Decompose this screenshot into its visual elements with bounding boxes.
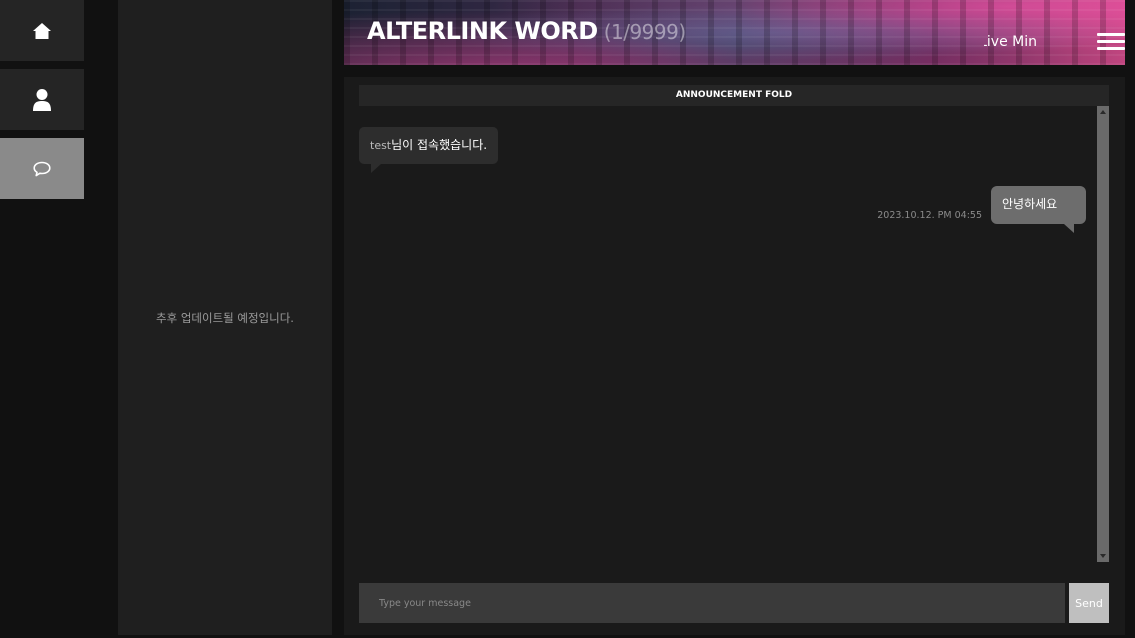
system-message-username: test [370, 139, 392, 152]
scroll-down-icon[interactable] [1100, 554, 1106, 558]
marquee-text: Greeting Live Min [984, 34, 1037, 50]
menu-icon[interactable] [1097, 33, 1125, 52]
system-message-bubble: test님이 접속했습니다. [359, 127, 499, 173]
message-timestamp: 2023.10.12. PM 04:55 [877, 210, 982, 221]
message-input-container [359, 583, 1065, 623]
app-title: ALTERLINK WORD [367, 17, 598, 45]
coming-soon-text: 추후 업데이트될 예정입니다. [156, 310, 294, 325]
header-banner: ALTERLINK WORD(1/9999) Greeting Live Min [344, 0, 1125, 65]
message-input[interactable] [359, 583, 1065, 623]
chat-panel: ANNOUNCEMENT FOLD test님이 접속했습니다. 2023.10… [344, 77, 1125, 635]
system-message-text: 님이 접속했습니다. [391, 138, 488, 152]
nav-chat-button[interactable] [0, 138, 84, 199]
message-scrollbar[interactable] [1097, 106, 1109, 562]
nav-profile-button[interactable] [0, 69, 84, 130]
user-icon [33, 88, 51, 111]
home-icon [33, 22, 51, 39]
announcement-fold-button[interactable]: ANNOUNCEMENT FOLD [359, 85, 1109, 106]
send-button[interactable]: Send [1069, 583, 1109, 623]
outgoing-message-text: 안녕하세요 [1002, 197, 1058, 211]
side-panel: 추후 업데이트될 예정입니다. [118, 0, 332, 635]
message-list: test님이 접속했습니다. 2023.10.12. PM 04:55 안녕하세… [359, 106, 1109, 562]
outgoing-message-bubble: 안녕하세요 [991, 186, 1086, 233]
left-nav [0, 0, 84, 638]
chat-icon [33, 161, 51, 176]
nav-home-button[interactable] [0, 0, 84, 61]
scroll-up-icon[interactable] [1100, 110, 1106, 114]
user-count: (1/9999) [603, 20, 686, 44]
page-title: ALTERLINK WORD (1/9999) [367, 17, 686, 45]
